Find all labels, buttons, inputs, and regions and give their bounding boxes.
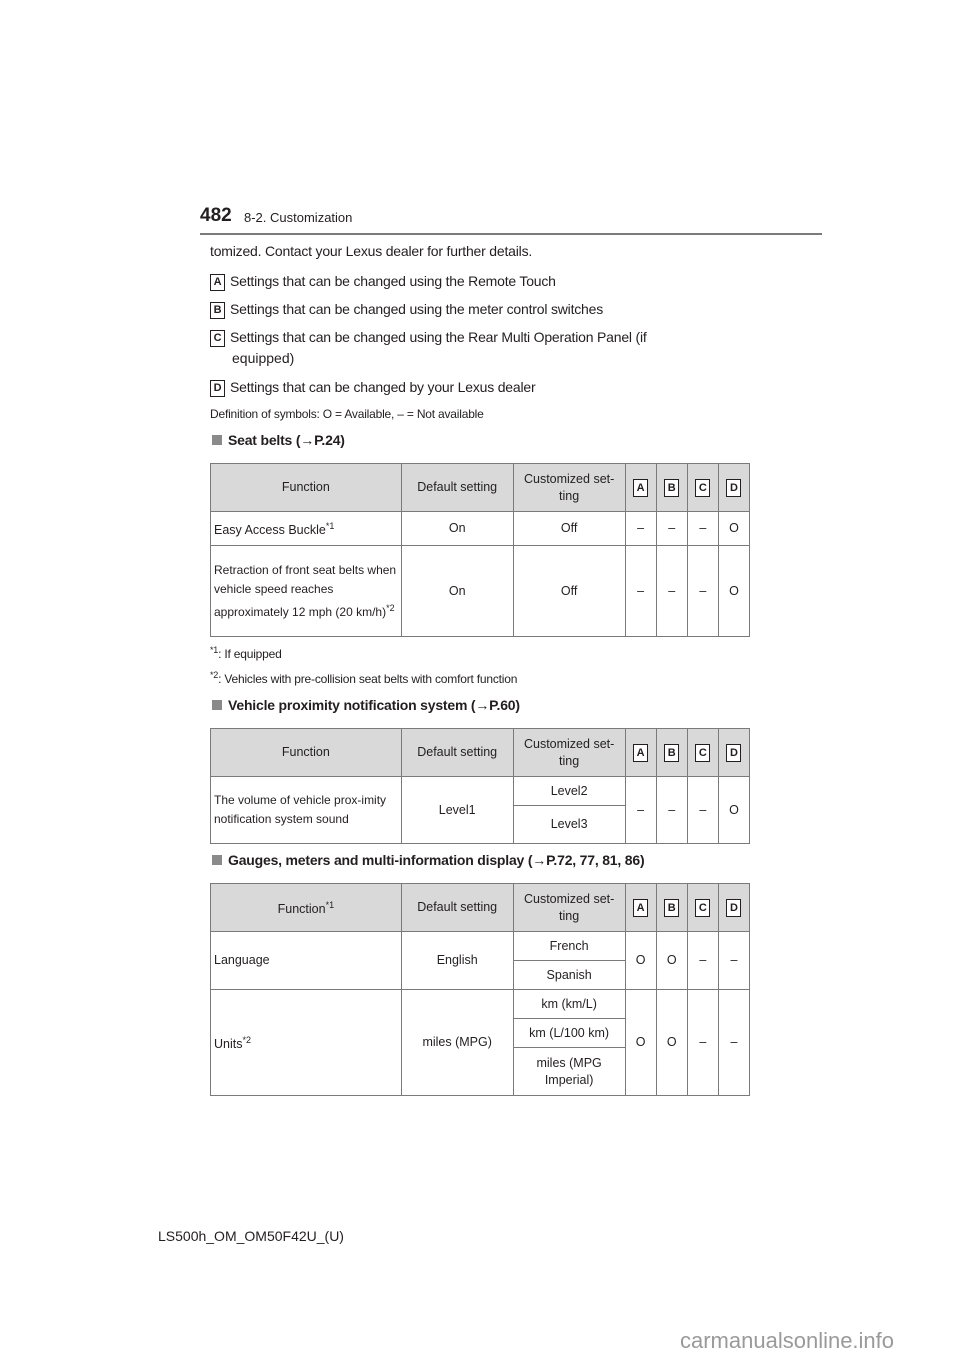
col-a: A — [624, 728, 657, 777]
col-function: Function — [210, 463, 402, 512]
cell-a: O — [624, 931, 657, 990]
table-gauges: Function*1 Default setting Customized se… — [210, 883, 751, 1096]
cell-default: On — [400, 545, 514, 637]
col-function: Function*1 — [210, 883, 402, 932]
key-box-d: D — [210, 379, 225, 397]
cell-default: miles (MPG) — [400, 989, 514, 1096]
bullet-square-icon — [212, 855, 222, 865]
table-row: Language English French O O – – — [210, 931, 751, 990]
table-seat-belts: Function Default setting Customized set-… — [210, 463, 751, 637]
cell-custom: Off — [512, 511, 626, 546]
col-b: B — [655, 728, 688, 777]
cell-custom: km (km/L) — [512, 989, 626, 1019]
cell-c: – — [686, 776, 719, 844]
cell-d: – — [717, 989, 751, 1096]
col-d: D — [717, 728, 751, 777]
col-custom: Customized set-ting — [512, 463, 626, 512]
table-header-row: Function*1 Default setting Customized se… — [210, 883, 751, 932]
cell-function: Easy Access Buckle*1 — [210, 511, 402, 546]
key-box-a: A — [210, 273, 225, 291]
cell-default: English — [400, 931, 514, 990]
table-header-row: Function Default setting Customized set-… — [210, 728, 751, 777]
col-default: Default setting — [400, 463, 514, 512]
key-box-c: C — [210, 329, 225, 347]
col-b: B — [655, 883, 688, 932]
key-box-b: B — [210, 301, 225, 319]
cell-custom: French — [512, 931, 626, 961]
footnote-2: *2: Vehicles with pre-collision seat bel… — [210, 670, 518, 686]
cell-d: O — [717, 776, 751, 844]
legend-item-c-cont: equipped) — [232, 350, 295, 366]
table-vehicle-proximity: Function Default setting Customized set-… — [210, 728, 751, 844]
col-d: D — [717, 463, 751, 512]
document-id: LS500h_OM_OM50F42U_(U) — [158, 1228, 344, 1244]
watermark: carmanualsonline.info — [680, 1328, 895, 1353]
col-a: A — [624, 883, 657, 932]
cell-custom: Off — [512, 545, 626, 637]
cell-custom: miles (MPG Imperial) — [512, 1047, 626, 1096]
col-c: C — [686, 883, 719, 932]
cell-d: – — [717, 931, 751, 990]
col-c: C — [686, 728, 719, 777]
cell-function: The volume of vehicle prox-imity notific… — [210, 776, 402, 844]
table-row: Retraction of front seat belts when vehi… — [210, 545, 751, 637]
col-c: C — [686, 463, 719, 512]
cell-default: On — [400, 511, 514, 546]
col-custom: Customized set-ting — [512, 883, 626, 932]
heading-seat-belts: Seat belts (→P.24) — [212, 432, 345, 448]
cell-c: – — [686, 989, 719, 1096]
cell-b: – — [655, 776, 688, 844]
cell-a: – — [624, 511, 657, 546]
table-row: The volume of vehicle prox-imity notific… — [210, 776, 751, 844]
cell-d: O — [717, 511, 751, 546]
heading-gauges: Gauges, meters and multi-information dis… — [212, 852, 645, 868]
cell-b: – — [655, 545, 688, 637]
col-default: Default setting — [400, 728, 514, 777]
intro-text: tomized. Contact your Lexus dealer for f… — [210, 243, 533, 259]
cell-c: – — [686, 511, 719, 546]
table-header-row: Function Default setting Customized set-… — [210, 463, 751, 512]
cell-b: O — [655, 931, 688, 990]
table-row: Easy Access Buckle*1 On Off – – – O — [210, 511, 751, 546]
col-function: Function — [210, 728, 402, 777]
col-d: D — [717, 883, 751, 932]
legend-item-b: B Settings that can be changed using the … — [210, 300, 603, 319]
symbol-definitions: Definition of symbols: O = Available, – … — [210, 407, 484, 421]
cell-custom: km (L/100 km) — [512, 1018, 626, 1048]
bullet-square-icon — [212, 700, 222, 710]
cell-custom: Level2 — [512, 776, 626, 806]
legend-item-d: D Settings that can be changed by your Le… — [210, 378, 536, 397]
cell-function: Language — [210, 931, 402, 990]
cell-a: – — [624, 545, 657, 637]
legend-item-a: A Settings that can be changed using the … — [210, 272, 556, 291]
cell-b: – — [655, 511, 688, 546]
cell-custom: Spanish — [512, 960, 626, 990]
section-title: 8-2. Customization — [244, 210, 353, 225]
col-custom: Customized set-ting — [512, 728, 626, 777]
cell-custom: Level3 — [512, 805, 626, 844]
col-default: Default setting — [400, 883, 514, 932]
heading-vehicle-proximity: Vehicle proximity notification system (→… — [212, 697, 520, 713]
page-header: 482 8-2. Customization — [200, 205, 822, 235]
cell-function: Units*2 — [210, 989, 402, 1096]
cell-c: – — [686, 931, 719, 990]
cell-d: O — [717, 545, 751, 637]
cell-a: – — [624, 776, 657, 844]
cell-function: Retraction of front seat belts when vehi… — [210, 545, 402, 637]
cell-a: O — [624, 989, 657, 1096]
table-row: Units*2 miles (MPG) km (km/L) O O – – — [210, 989, 751, 1096]
col-a: A — [624, 463, 657, 512]
bullet-square-icon — [212, 435, 222, 445]
cell-c: – — [686, 545, 719, 637]
col-b: B — [655, 463, 688, 512]
page-number: 482 — [200, 205, 232, 226]
cell-b: O — [655, 989, 688, 1096]
cell-default: Level1 — [400, 776, 514, 844]
legend-item-c: C Settings that can be changed using the … — [210, 328, 647, 347]
footnote-1: *1: If equipped — [210, 645, 282, 661]
